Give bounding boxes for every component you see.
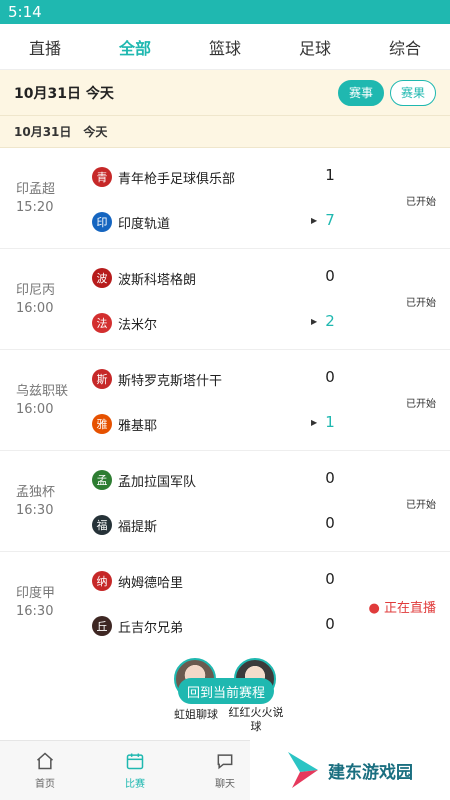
play-indicator-icon: ▶ [311,216,318,225]
home-score: 0 [325,267,335,285]
team-logo-icon: 印 [92,212,112,232]
match-row[interactable]: 孟独杯 16:30 孟 孟加拉国军队 福 福提斯 0 0 已开始 [0,451,450,552]
home-team: 孟 孟加拉国军队 [92,469,352,491]
home-team: 纳 纳姆德哈里 [92,570,352,592]
events-button[interactable]: 赛事 [337,79,384,106]
away-team-name: 福提斯 [118,519,158,535]
watermark-text: 建东游戏园 [328,762,413,783]
team-logo-icon: 斯 [92,369,112,389]
away-team-name: 印度轨道 [118,216,171,232]
team-logo-icon: 福 [92,515,112,535]
match-list: 印孟超 15:20 青 青年枪手足球俱乐部 印 印度轨道 1 ▶ 7 已开始 印… [0,148,450,653]
match-status: 已开始 [406,298,436,309]
match-league: 印尼丙 [16,283,56,298]
match-time: 16:30 [16,604,54,619]
team-logo-icon: 波 [92,268,112,288]
tab-football[interactable]: 足球 [293,35,337,59]
home-score: 0 [325,368,335,386]
away-score: 2 [325,312,335,330]
home-team-name: 波斯科塔格朗 [118,272,197,288]
match-row[interactable]: 印孟超 15:20 青 青年枪手足球俱乐部 印 印度轨道 1 ▶ 7 已开始 [0,148,450,249]
match-status: 已开始 [406,399,436,410]
match-time: 16:30 [16,503,54,518]
away-team-name: 雅基耶 [118,418,158,434]
home-score: 0 [325,570,335,588]
status-time: 5:14 [8,3,42,21]
match-row[interactable]: 印度甲 16:30 纳 纳姆德哈里 丘 丘吉尔兄弟 0 0 ● 正在直播 [0,552,450,653]
team-logo-icon: 法 [92,313,112,333]
date-header-text: 10月31日 今天 [14,85,114,102]
home-team-name: 斯特罗克斯塔什干 [118,373,223,389]
nav-label: 聊天 [215,779,235,790]
team-logo-icon: 纳 [92,571,112,591]
match-status-live: ● 正在直播 [368,601,437,616]
match-status: 已开始 [406,197,436,208]
home-team: 青 青年枪手足球俱乐部 [92,166,352,188]
tab-general[interactable]: 综合 [383,35,427,59]
away-score: 0 [325,615,335,633]
match-row[interactable]: 印尼丙 16:00 波 波斯科塔格朗 法 法米尔 0 ▶ 2 已开始 [0,249,450,350]
away-team-name: 法米尔 [118,317,158,333]
top-tabs: 直播 全部 篮球 足球 综合 [0,24,450,70]
play-indicator-icon: ▶ [311,418,318,427]
date-section-label: 10月31日 今天 [0,116,450,148]
match-time: 16:00 [16,402,54,417]
nav-matches[interactable]: 比赛 [90,741,180,800]
status-bar: 5:14 [0,0,450,24]
home-team: 波 波斯科塔格朗 [92,267,352,289]
away-team: 福 福提斯 [92,514,352,536]
match-league: 印孟超 [16,182,56,197]
watermark: 建东游戏园 [250,740,450,800]
tab-all[interactable]: 全部 [113,35,157,59]
away-team-name: 丘吉尔兄弟 [118,620,184,636]
away-score: 7 [325,211,335,229]
chat-icon [217,754,233,770]
nav-label: 比赛 [125,779,145,790]
calendar-icon [126,753,144,770]
match-status: 已开始 [406,500,436,511]
date-header: 10月31日 今天 赛事 赛果 [0,70,450,116]
tab-live[interactable]: 直播 [23,35,67,59]
match-time: 16:00 [16,301,54,316]
home-icon [37,752,53,770]
team-logo-icon: 雅 [92,414,112,434]
back-to-current-button[interactable]: 回到当前赛程 [178,678,274,704]
match-time: 15:20 [16,200,54,215]
away-score: 1 [325,413,335,431]
team-logo-icon: 丘 [92,616,112,636]
match-league: 印度甲 [16,586,56,601]
match-league: 乌兹职联 [16,384,69,399]
anchor-name: 红红火火说球 [228,706,284,733]
watermark-logo-icon [288,752,318,788]
home-team-name: 纳姆德哈里 [118,575,184,591]
anchor-name: 虹姐聊球 [174,708,218,721]
away-score: 0 [325,514,335,532]
floating-anchor-panel: 回到当前赛程 虹姐聊球 红红火火说球 [172,658,284,738]
team-logo-icon: 孟 [92,470,112,490]
away-team: 丘 丘吉尔兄弟 [92,615,352,637]
play-indicator-icon: ▶ [311,317,318,326]
nav-home[interactable]: 首页 [0,741,90,800]
home-score: 1 [325,166,335,184]
nav-label: 首页 [35,779,55,790]
team-logo-icon: 青 [92,167,112,187]
results-button[interactable]: 赛果 [389,79,436,106]
live-status-text: 正在直播 [383,601,436,616]
home-team-name: 青年枪手足球俱乐部 [118,171,236,187]
tab-basketball[interactable]: 篮球 [203,35,247,59]
match-league: 孟独杯 [16,485,56,500]
home-team-name: 孟加拉国军队 [118,474,197,490]
match-row[interactable]: 乌兹职联 16:00 斯 斯特罗克斯塔什干 雅 雅基耶 0 ▶ 1 已开始 [0,350,450,451]
home-team: 斯 斯特罗克斯塔什干 [92,368,352,390]
event-result-toggle: 赛事 赛果 [337,79,436,106]
home-score: 0 [325,469,335,487]
